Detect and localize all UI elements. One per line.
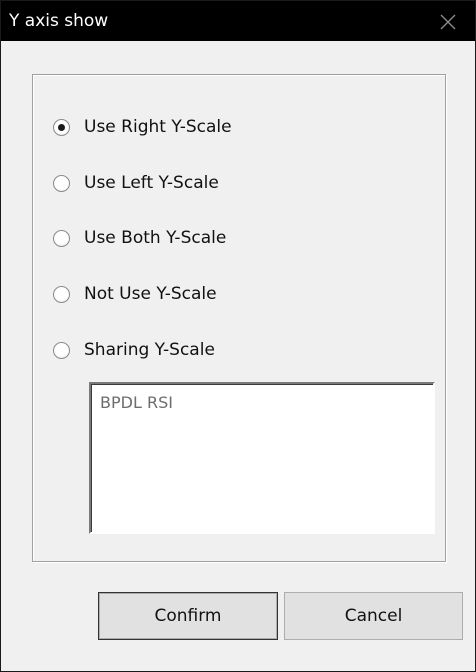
radio-not-use-y-scale[interactable]: Not Use Y-Scale xyxy=(53,280,217,308)
radio-label: Not Use Y-Scale xyxy=(84,284,217,304)
radio-use-both-y-scale[interactable]: Use Both Y-Scale xyxy=(53,224,226,252)
radio-circle-icon[interactable] xyxy=(53,229,70,247)
radio-use-right-y-scale[interactable]: Use Right Y-Scale xyxy=(53,113,232,141)
radio-circle-icon[interactable] xyxy=(53,118,70,136)
radio-use-left-y-scale[interactable]: Use Left Y-Scale xyxy=(53,169,219,197)
confirm-button[interactable]: Confirm xyxy=(98,592,278,640)
radio-label: Use Right Y-Scale xyxy=(84,117,232,137)
radio-circle-icon[interactable] xyxy=(53,341,70,359)
radio-dot-icon xyxy=(58,123,65,131)
dialog-window: Y axis show Use Right Y-Scale Use Left Y… xyxy=(0,0,476,672)
radio-circle-icon[interactable] xyxy=(53,285,70,303)
cancel-button[interactable]: Cancel xyxy=(284,592,463,640)
radio-label: Use Left Y-Scale xyxy=(84,173,219,193)
close-icon[interactable] xyxy=(437,11,459,33)
list-item[interactable]: BPDL RSI xyxy=(100,393,173,412)
title-bar: Y axis show xyxy=(1,1,475,41)
window-title: Y axis show xyxy=(9,11,109,31)
sharing-indicator-listbox[interactable]: BPDL RSI xyxy=(89,382,435,534)
radio-label: Use Both Y-Scale xyxy=(84,228,227,248)
radio-circle-icon[interactable] xyxy=(53,174,70,192)
radio-label: Sharing Y-Scale xyxy=(84,340,215,360)
radio-sharing-y-scale[interactable]: Sharing Y-Scale xyxy=(53,336,215,364)
